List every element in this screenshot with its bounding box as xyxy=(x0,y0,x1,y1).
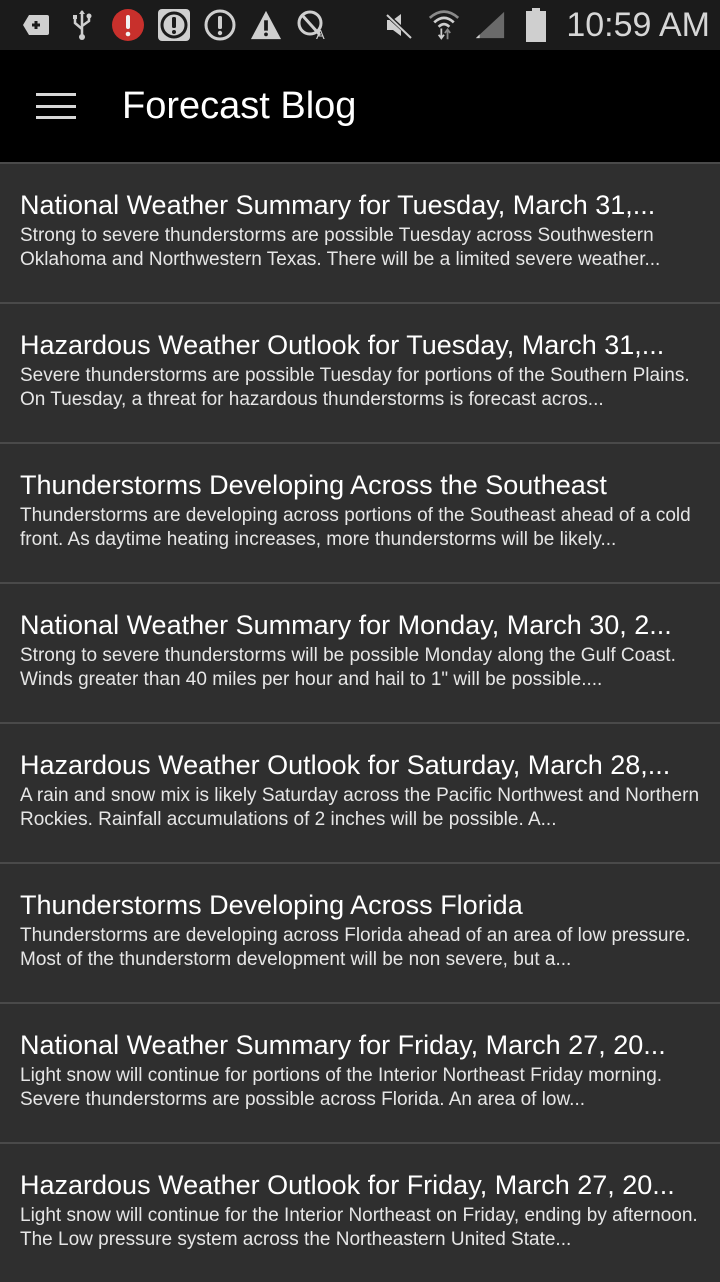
post-title: National Weather Summary for Friday, Mar… xyxy=(20,1030,666,1060)
post-excerpt: A rain and snow mix is likely Saturday a… xyxy=(20,785,700,830)
alert-red-icon xyxy=(112,9,144,41)
post-title: National Weather Summary for Monday, Mar… xyxy=(20,610,672,640)
menu-line xyxy=(36,116,76,119)
auto-rotate-off-icon: A xyxy=(296,9,328,41)
svg-text:A: A xyxy=(316,27,325,41)
page-title: Forecast Blog xyxy=(122,84,357,127)
battery-icon xyxy=(520,8,552,42)
add-notification-icon xyxy=(20,9,52,41)
list-item[interactable]: Hazardous Weather Outlook for Saturday, … xyxy=(0,722,720,862)
post-excerpt: Light snow will continue for portions of… xyxy=(20,1065,663,1110)
signal-icon xyxy=(474,9,506,41)
clock: 10:59 AM xyxy=(566,5,710,44)
status-bar: A 10:59 AM xyxy=(0,0,720,50)
post-excerpt: Light snow will continue for the Interio… xyxy=(20,1205,698,1250)
post-title: Thunderstorms Developing Across Florida xyxy=(20,890,523,920)
post-excerpt: Strong to severe thunderstorms will be p… xyxy=(20,645,676,690)
post-title: Hazardous Weather Outlook for Tuesday, M… xyxy=(20,330,665,360)
post-title: Hazardous Weather Outlook for Saturday, … xyxy=(20,750,671,780)
list-item[interactable]: National Weather Summary for Tuesday, Ma… xyxy=(0,162,720,302)
post-excerpt: Thunderstorms are developing across Flor… xyxy=(20,925,691,970)
list-item[interactable]: Hazardous Weather Outlook for Tuesday, M… xyxy=(0,302,720,442)
hamburger-menu-icon[interactable] xyxy=(36,93,76,119)
app-bar: Forecast Blog xyxy=(0,50,720,162)
wifi-icon xyxy=(428,9,460,41)
post-excerpt: Thunderstorms are developing across port… xyxy=(20,505,691,550)
alert-square-icon xyxy=(158,9,190,41)
usb-icon xyxy=(66,9,98,41)
list-item[interactable]: National Weather Summary for Friday, Mar… xyxy=(0,1002,720,1142)
warning-triangle-icon xyxy=(250,9,282,41)
post-list: National Weather Summary for Tuesday, Ma… xyxy=(0,162,720,1282)
list-item[interactable]: Hazardous Weather Outlook for Friday, Ma… xyxy=(0,1142,720,1282)
mute-icon xyxy=(382,9,414,41)
menu-line xyxy=(36,93,76,96)
post-title: Hazardous Weather Outlook for Friday, Ma… xyxy=(20,1170,675,1200)
post-excerpt: Strong to severe thunderstorms are possi… xyxy=(20,225,661,270)
list-item[interactable]: Thunderstorms Developing Across Florida … xyxy=(0,862,720,1002)
post-excerpt: Severe thunderstorms are possible Tuesda… xyxy=(20,365,690,410)
post-title: National Weather Summary for Tuesday, Ma… xyxy=(20,190,656,220)
list-item[interactable]: National Weather Summary for Monday, Mar… xyxy=(0,582,720,722)
menu-line xyxy=(36,104,76,108)
post-title: Thunderstorms Developing Across the Sout… xyxy=(20,470,607,500)
list-item[interactable]: Thunderstorms Developing Across the Sout… xyxy=(0,442,720,582)
alert-circle-icon xyxy=(204,9,236,41)
